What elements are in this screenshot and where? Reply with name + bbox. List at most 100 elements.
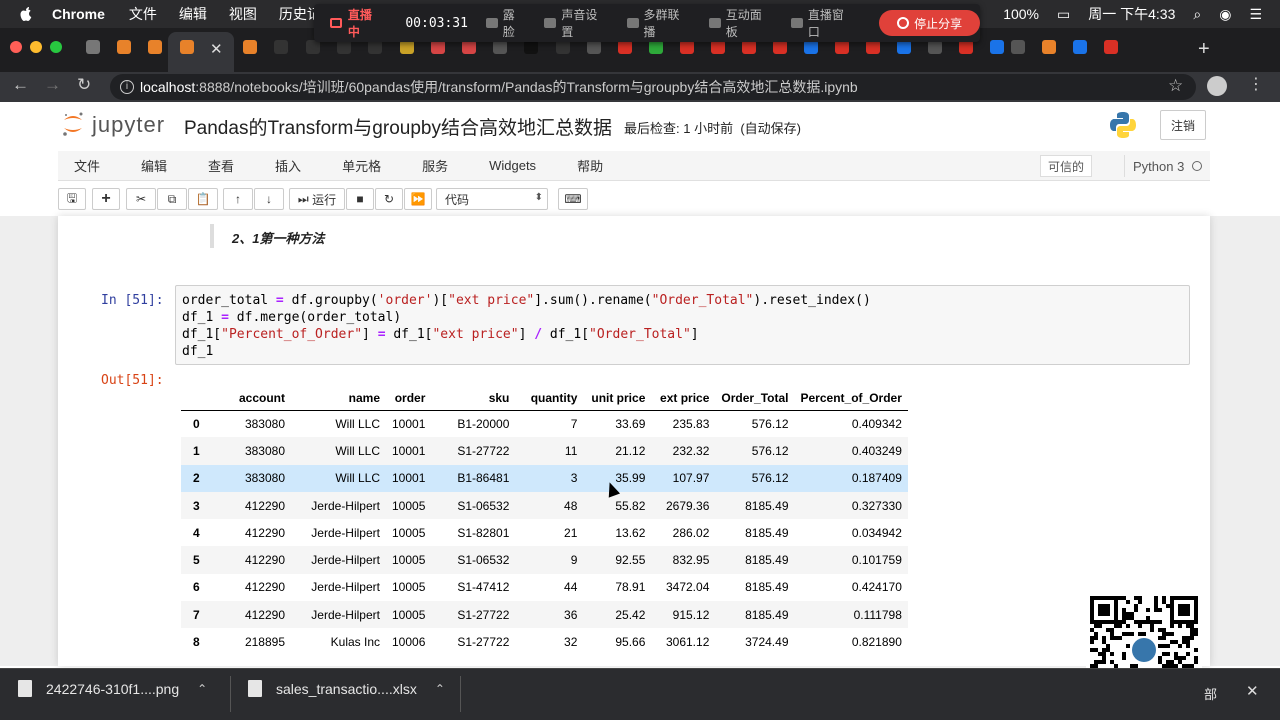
tab-favicon-icon[interactable] xyxy=(1042,40,1056,54)
table-row[interactable]: 4 412290 Jerde-Hilpert 10005 S1-82801 21 13.62… xyxy=(181,519,908,546)
restart-run-all-button[interactable]: ⏩ xyxy=(404,188,432,210)
app-menu-chrome[interactable]: Chrome xyxy=(52,6,105,22)
browser-menu-icon[interactable]: ⋮ xyxy=(1248,74,1264,94)
clock[interactable]: 周一 下午4:33 xyxy=(1088,4,1175,24)
nb-menu-kernel[interactable]: 服务 xyxy=(422,156,448,175)
cut-button[interactable]: ✂ xyxy=(126,188,156,210)
tab-favicon-icon[interactable] xyxy=(618,40,632,54)
insert-cell-button[interactable]: + xyxy=(92,188,120,210)
forward-arrow-icon[interactable]: → xyxy=(44,75,61,95)
download-item-xlsx[interactable]: sales_transactio....xlsx ⌃ xyxy=(248,680,445,697)
tab-favicon-icon[interactable] xyxy=(180,40,194,54)
close-window-button[interactable] xyxy=(10,41,22,53)
site-info-icon[interactable]: i xyxy=(120,80,134,94)
tab-favicon-icon[interactable] xyxy=(462,40,476,54)
save-button[interactable]: 🖫 xyxy=(58,188,86,210)
logout-button[interactable]: 注销 xyxy=(1160,110,1206,140)
copy-button[interactable]: ⧉ xyxy=(157,188,187,210)
command-palette-button[interactable]: ⌨ xyxy=(558,188,588,210)
paste-button[interactable]: 📋 xyxy=(188,188,218,210)
stop-sharing-button[interactable]: 停止分享 xyxy=(879,10,980,36)
nb-menu-help[interactable]: 帮助 xyxy=(577,156,603,175)
tab-favicon-icon[interactable] xyxy=(804,40,818,54)
menu-list-icon[interactable]: ☰ xyxy=(1249,6,1262,23)
fullscreen-window-button[interactable] xyxy=(50,41,62,53)
profile-avatar-icon[interactable] xyxy=(1207,76,1227,96)
show-face-button[interactable]: 露脸 xyxy=(485,6,527,40)
nb-menu-edit[interactable]: 编辑 xyxy=(141,156,167,175)
tab-favicon-icon[interactable] xyxy=(306,40,320,54)
bookmark-star-icon[interactable]: ☆ xyxy=(1168,76,1183,96)
tab-favicon-icon[interactable] xyxy=(524,40,538,54)
tab-favicon-icon[interactable] xyxy=(1104,40,1118,54)
tab-favicon-icon[interactable] xyxy=(493,40,507,54)
tab-favicon-icon[interactable] xyxy=(587,40,601,54)
close-download-bar-icon[interactable]: ✕ xyxy=(1246,682,1259,700)
jupyter-wordmark[interactable]: jupyter xyxy=(92,112,165,138)
chevron-up-icon[interactable]: ⌃ xyxy=(197,682,207,696)
apple-icon[interactable] xyxy=(18,6,34,22)
table-row[interactable]: 6 412290 Jerde-Hilpert 10005 S1-47412 44 78.91… xyxy=(181,574,908,601)
interrupt-button[interactable]: ■ xyxy=(346,188,374,210)
minimize-window-button[interactable] xyxy=(30,41,42,53)
move-up-button[interactable]: ↑ xyxy=(223,188,253,210)
tab-favicon-icon[interactable] xyxy=(400,40,414,54)
tab-favicon-icon[interactable] xyxy=(337,40,351,54)
tab-favicon-icon[interactable] xyxy=(990,40,1004,54)
tab-favicon-icon[interactable] xyxy=(148,40,162,54)
tab-favicon-icon[interactable] xyxy=(86,40,100,54)
sound-settings-button[interactable]: 声音设置 xyxy=(544,6,608,40)
user-avatar-icon[interactable]: ◉ xyxy=(1219,6,1231,23)
table-row[interactable]: 3 412290 Jerde-Hilpert 10005 S1-06532 48 55.82… xyxy=(181,491,908,520)
tab-favicon-icon[interactable] xyxy=(866,40,880,54)
tab-close-icon[interactable]: ✕ xyxy=(210,40,223,58)
notebook-title[interactable]: Pandas的Transform与groupby结合高效地汇总数据 xyxy=(184,113,612,140)
tab-favicon-icon[interactable] xyxy=(959,40,973,54)
show-all-downloads-link[interactable]: 部 xyxy=(1204,684,1217,703)
table-row[interactable]: 5 412290 Jerde-Hilpert 10005 S1-06532 9 92.55 8… xyxy=(181,546,908,574)
trusted-indicator[interactable]: 可信的 xyxy=(1040,155,1093,177)
code-cell-editor[interactable]: order_total = df.groupby('order')["ext p… xyxy=(175,285,1190,365)
download-item-png[interactable]: 2422746-310f1....png ⌃ xyxy=(18,680,207,697)
tab-favicon-icon[interactable] xyxy=(556,40,570,54)
interaction-panel-button[interactable]: 互动面板 xyxy=(708,6,773,40)
kernel-indicator[interactable]: Python 3 xyxy=(1124,155,1203,177)
table-row[interactable]: 7 412290 Jerde-Hilpert 10005 S1-27722 36 25.42… xyxy=(181,601,908,629)
multi-group-button[interactable]: 多群联播 xyxy=(626,6,691,40)
new-tab-icon[interactable]: + xyxy=(1198,38,1210,61)
tab-favicon-icon[interactable] xyxy=(897,40,911,54)
spotlight-search-icon[interactable]: ⌕ xyxy=(1193,6,1201,23)
tab-favicon-icon[interactable] xyxy=(117,40,131,54)
tab-favicon-icon[interactable] xyxy=(742,40,756,54)
tab-favicon-icon[interactable] xyxy=(680,40,694,54)
tab-favicon-icon[interactable] xyxy=(274,40,288,54)
tab-favicon-icon[interactable] xyxy=(368,40,382,54)
menu-file[interactable]: 文件 xyxy=(129,4,157,24)
tab-favicon-icon[interactable] xyxy=(773,40,787,54)
tab-favicon-icon[interactable] xyxy=(928,40,942,54)
restart-button[interactable]: ↻ xyxy=(375,188,403,210)
tab-favicon-icon[interactable] xyxy=(1011,40,1025,54)
battery-icon[interactable]: ▭ xyxy=(1057,6,1070,23)
menu-view[interactable]: 视图 xyxy=(229,4,257,24)
jupyter-logo-icon[interactable] xyxy=(62,110,84,138)
active-tab[interactable] xyxy=(168,32,234,72)
markdown-cell[interactable]: 2、1第一种方法 xyxy=(232,228,324,247)
table-row[interactable]: 0 383080 Will LLC 10001 B1-20000 7 33.69 235.83… xyxy=(181,410,908,437)
nb-menu-file[interactable]: 文件 xyxy=(74,156,100,175)
move-down-button[interactable]: ↓ xyxy=(254,188,284,210)
table-row[interactable]: 2 383080 Will LLC 10001 B1-86481 3 35.99 107.97… xyxy=(181,464,908,492)
table-row[interactable]: 8 218895 Kulas Inc 10006 S1-27722 32 95.66 3061… xyxy=(181,628,908,655)
live-window-button[interactable]: 直播窗口 xyxy=(791,6,855,40)
tab-favicon-icon[interactable] xyxy=(243,40,257,54)
chevron-up-icon[interactable]: ⌃ xyxy=(435,682,445,696)
back-arrow-icon[interactable]: ← xyxy=(12,75,29,95)
run-button[interactable]: ⏭ 运行 xyxy=(289,188,345,210)
menu-edit[interactable]: 编辑 xyxy=(179,4,207,24)
nb-menu-view[interactable]: 查看 xyxy=(208,156,234,175)
tab-favicon-icon[interactable] xyxy=(649,40,663,54)
nb-menu-cell[interactable]: 单元格 xyxy=(342,156,381,175)
address-bar[interactable]: i localhost:8888/notebooks/培训班/60pandas使… xyxy=(110,74,1196,100)
tab-favicon-icon[interactable] xyxy=(1073,40,1087,54)
cell-type-select[interactable]: 代码 xyxy=(436,188,548,210)
